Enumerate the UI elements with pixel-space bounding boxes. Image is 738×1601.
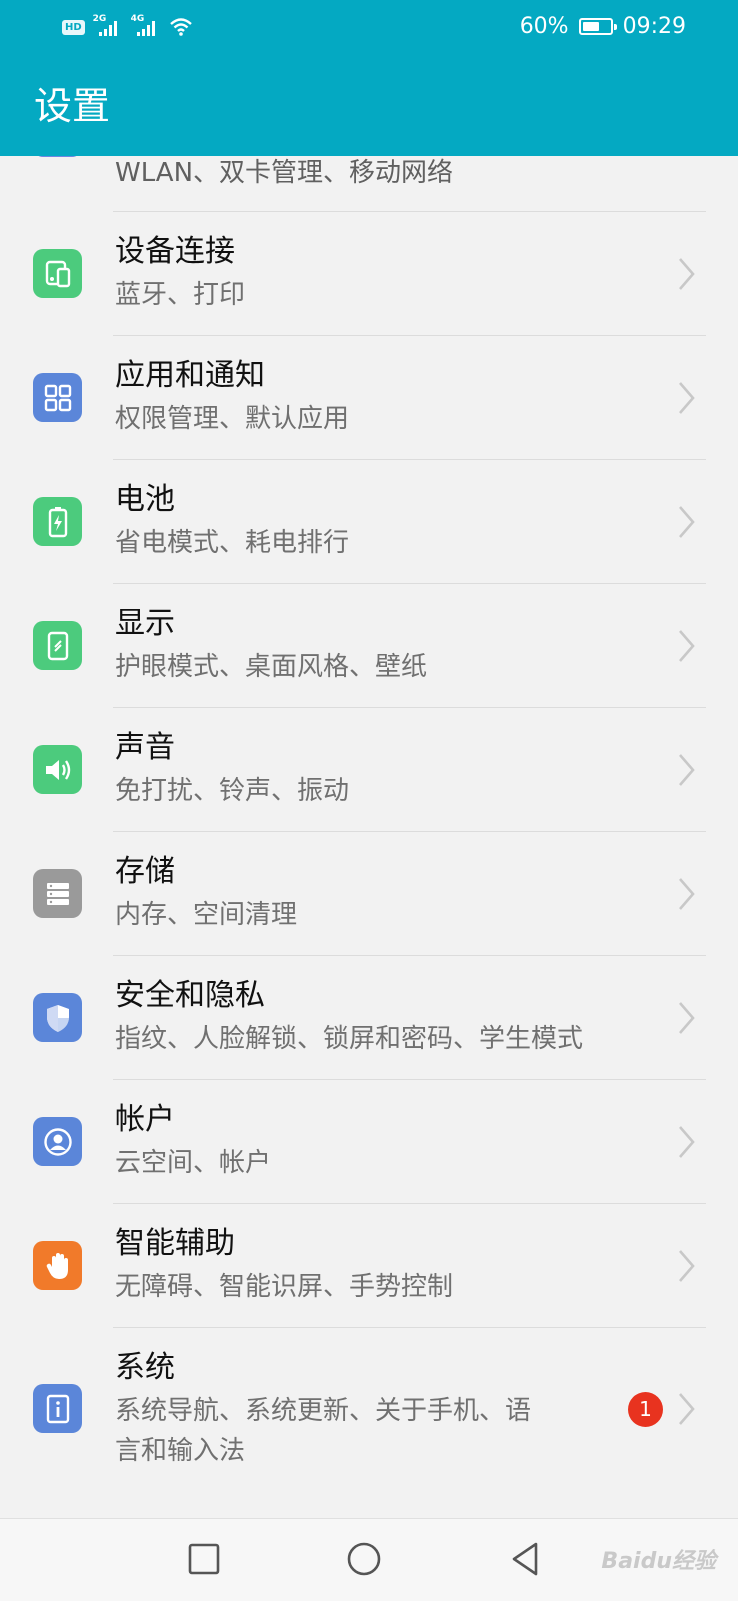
wifi-icon: [169, 18, 192, 36]
settings-item-title: 系统: [115, 1350, 175, 1385]
settings-item-battery[interactable]: 电池 省电模式、耗电排行: [0, 460, 738, 584]
sim2-signal-icon: 4G: [131, 14, 161, 40]
settings-item-subtitle: 云空间、帐户: [115, 1148, 272, 1178]
settings-item-subtitle: 护眼模式、桌面风格、壁纸: [115, 652, 428, 682]
settings-item-subtitle: WLAN、双卡管理、移动网络: [115, 158, 454, 188]
account-icon: [33, 1117, 82, 1166]
device-connection-icon: [33, 249, 82, 298]
settings-item-title: 应用和通知: [115, 358, 265, 393]
chevron-right-icon: [679, 1393, 695, 1425]
page-title: 设置: [34, 84, 111, 128]
shield-icon: [33, 993, 82, 1042]
settings-item-title: 安全和隐私: [115, 978, 265, 1013]
settings-item-title: 存储: [115, 854, 175, 889]
settings-item-subtitle: 无障碍、智能识屏、手势控制: [115, 1272, 454, 1302]
settings-item-subtitle: 权限管理、默认应用: [115, 404, 350, 434]
hd-voice-icon: HD: [62, 19, 85, 35]
settings-item-security-privacy[interactable]: 安全和隐私 指纹、人脸解锁、锁屏和密码、学生模式: [0, 956, 738, 1080]
clock: 09:29: [622, 14, 686, 39]
settings-item-subtitle: 免打扰、铃声、振动: [115, 776, 350, 806]
info-icon: [33, 1384, 82, 1433]
app-header: HD 2G 4G 60% 09:29 设置: [0, 0, 738, 156]
battery-status-icon: [578, 18, 617, 35]
chevron-right-icon: [679, 258, 695, 290]
storage-icon: [33, 869, 82, 918]
chevron-right-icon: [679, 1002, 695, 1034]
home-button[interactable]: [344, 1539, 384, 1579]
watermark-logo: Baidu经验: [601, 1549, 716, 1574]
settings-item-subtitle: 系统导航、系统更新、关于手机、语: [115, 1396, 532, 1426]
sound-icon: [33, 745, 82, 794]
settings-item-device-connection[interactable]: 设备连接 蓝牙、打印: [0, 212, 738, 336]
back-button[interactable]: [506, 1539, 546, 1579]
status-bar: HD 2G 4G 60% 09:29: [0, 0, 738, 58]
settings-item-subtitle: 内存、空间清理: [115, 900, 298, 930]
settings-item-accounts[interactable]: 帐户 云空间、帐户: [0, 1080, 738, 1204]
chevron-right-icon: [679, 878, 695, 910]
settings-item-title: 显示: [115, 606, 175, 641]
settings-item-title: 智能辅助: [115, 1226, 235, 1261]
settings-item-subtitle-continued: 言和输入法: [115, 1436, 246, 1466]
settings-item-subtitle: 指纹、人脸解锁、锁屏和密码、学生模式: [115, 1024, 584, 1054]
recent-apps-button[interactable]: [184, 1539, 224, 1579]
apps-grid-icon: [33, 373, 82, 422]
settings-item-subtitle: 蓝牙、打印: [115, 280, 246, 310]
hand-icon: [33, 1241, 82, 1290]
settings-item-display[interactable]: 显示 护眼模式、桌面风格、壁纸: [0, 584, 738, 708]
settings-item-subtitle: 省电模式、耗电排行: [115, 528, 350, 558]
chevron-right-icon: [679, 754, 695, 786]
settings-item-sound[interactable]: 声音 免打扰、铃声、振动: [0, 708, 738, 832]
settings-item-title: 设备连接: [115, 234, 235, 269]
settings-item-title: 帐户: [115, 1102, 175, 1137]
display-icon: [33, 621, 82, 670]
settings-list[interactable]: WLAN、双卡管理、移动网络 设备连接 蓝牙、打印 应用和通知 权限管理、默认应…: [0, 156, 738, 1518]
network-icon: [33, 156, 82, 157]
chevron-right-icon: [679, 630, 695, 662]
chevron-right-icon: [679, 1250, 695, 1282]
settings-item-apps-notifications[interactable]: 应用和通知 权限管理、默认应用: [0, 336, 738, 460]
settings-item-storage[interactable]: 存储 内存、空间清理: [0, 832, 738, 956]
notification-badge: 1: [628, 1392, 663, 1427]
chevron-right-icon: [679, 382, 695, 414]
settings-item-wireless-networks[interactable]: WLAN、双卡管理、移动网络: [0, 156, 738, 212]
battery-percent: 60%: [519, 14, 569, 39]
chevron-right-icon: [679, 1126, 695, 1158]
settings-item-smart-assistance[interactable]: 智能辅助 无障碍、智能识屏、手势控制: [0, 1204, 738, 1328]
settings-item-title: 声音: [115, 730, 175, 765]
chevron-right-icon: [679, 506, 695, 538]
battery-icon: [33, 497, 82, 546]
sim1-signal-icon: 2G: [93, 14, 123, 40]
settings-item-title: 电池: [115, 482, 175, 517]
settings-item-system[interactable]: 系统 系统导航、系统更新、关于手机、语 言和输入法 1: [0, 1328, 738, 1490]
